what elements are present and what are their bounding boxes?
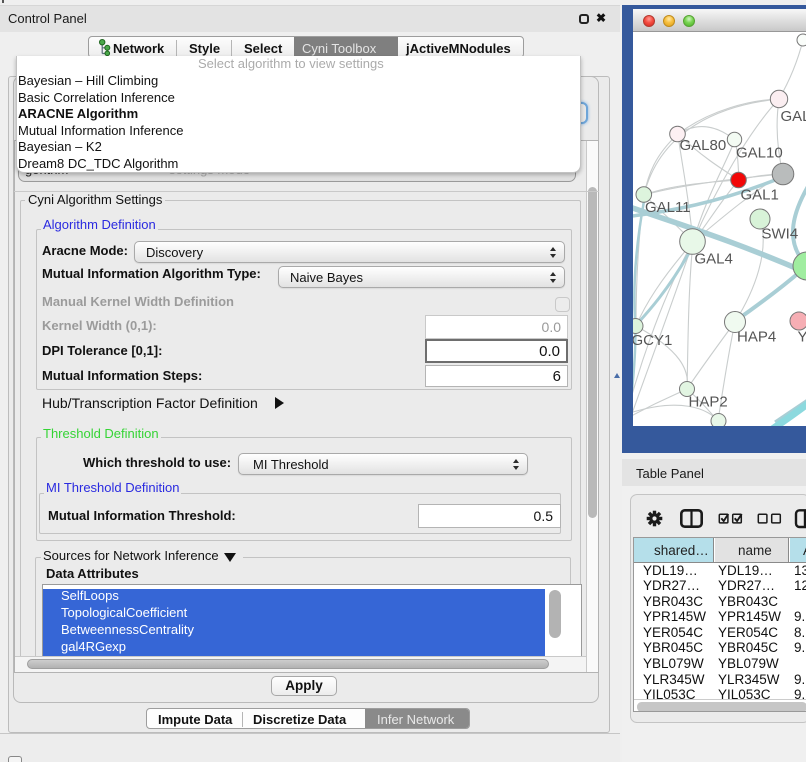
svg-text:YDR: YDR [798, 329, 806, 346]
svg-text:HAP2: HAP2 [689, 394, 728, 411]
svg-text:GAL1: GAL1 [741, 187, 779, 204]
svg-text:HAP4: HAP4 [737, 329, 776, 346]
svg-text:GAL80: GAL80 [781, 108, 806, 125]
svg-text:GAL4: GAL4 [695, 251, 733, 268]
svg-text:GAL80: GAL80 [680, 137, 727, 154]
svg-text:GAL11: GAL11 [645, 199, 691, 216]
svg-text:GAL10: GAL10 [736, 145, 783, 162]
svg-text:SWI4: SWI4 [762, 226, 799, 243]
svg-text:GCY1: GCY1 [633, 332, 672, 349]
